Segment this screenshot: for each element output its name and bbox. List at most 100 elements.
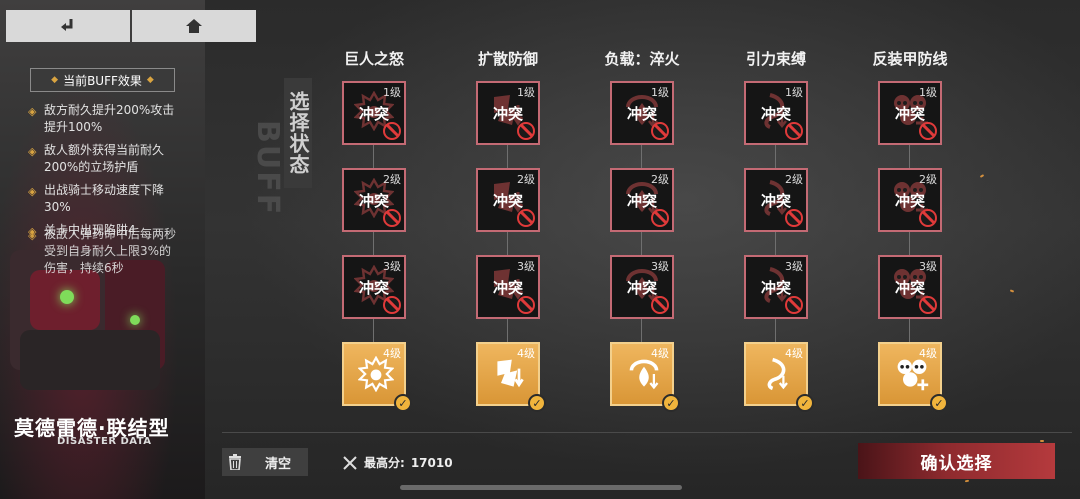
buff-node-conflict[interactable]: 1级冲突 xyxy=(744,81,808,145)
buff-node-conflict[interactable]: 1级冲突 xyxy=(610,81,674,145)
prohibited-icon xyxy=(919,296,937,314)
conflict-label: 冲突 xyxy=(894,105,925,123)
prohibited-icon xyxy=(383,122,401,140)
buff-node-conflict[interactable]: 3级 冲突 xyxy=(878,255,942,319)
buff-node-conflict[interactable]: 3级冲突 xyxy=(342,255,406,319)
confirm-button[interactable]: 确认选择 xyxy=(858,443,1055,479)
prohibited-icon xyxy=(785,296,803,314)
conflict-label: 冲突 xyxy=(760,279,791,297)
home-button[interactable] xyxy=(132,10,256,42)
level-label: 2级 xyxy=(785,173,803,186)
conflict-label: 冲突 xyxy=(492,279,523,297)
buff-column: 引力束缚 1级 冲突 2级 冲突 3级 冲突 4级 ✓ xyxy=(711,48,841,412)
conflict-label: 冲突 xyxy=(358,192,389,210)
shield-shatter-icon xyxy=(492,356,528,392)
crossed-swords-icon xyxy=(343,455,357,470)
conflict-label: 冲突 xyxy=(894,192,925,210)
prohibited-icon xyxy=(517,122,535,140)
conflict-label: 冲突 xyxy=(626,105,657,123)
level-label: 1级 xyxy=(517,86,535,99)
conflict-label: 冲突 xyxy=(492,192,523,210)
prohibited-icon xyxy=(651,122,669,140)
level-label: 4级 xyxy=(383,347,401,360)
buff-column-title: 扩散防御 xyxy=(477,50,538,68)
trash-icon xyxy=(222,448,248,476)
buff-node-selected[interactable]: 4级 ✓ xyxy=(744,342,814,412)
buff-node-conflict[interactable]: 3级冲突 xyxy=(476,255,540,319)
return-arrow-icon xyxy=(61,19,73,31)
buff-item: ◈ 敌人额外获得当前耐久200%的立场护盾 xyxy=(28,143,165,174)
buff-panel-title: ◆ 当前BUFF效果 ◆ xyxy=(30,68,175,92)
prohibited-icon xyxy=(383,296,401,314)
checkmark-icon: ✓ xyxy=(528,394,546,412)
buff-node-conflict[interactable]: 2级冲突 xyxy=(610,168,674,232)
conflict-label: 冲突 xyxy=(358,279,389,297)
prohibited-icon xyxy=(785,122,803,140)
buff-column: 巨人之怒 1级 冲突 2级 冲突 3级 冲突 4级 ✓ xyxy=(309,48,439,412)
buff-node-conflict[interactable]: 2级冲突 xyxy=(476,168,540,232)
checkmark-icon: ✓ xyxy=(930,394,948,412)
flame-ring-icon xyxy=(626,356,662,392)
checkmark-icon: ✓ xyxy=(662,394,680,412)
mech-subtitle: DISASTER DATA xyxy=(57,436,152,447)
score-label: 最高分: xyxy=(364,456,405,470)
clear-label: 清空 xyxy=(264,456,291,472)
buff-node-conflict[interactable]: 2级冲突 xyxy=(342,168,406,232)
buff-node-selected[interactable]: 4级 ✓ xyxy=(476,342,546,412)
buff-node-conflict[interactable]: 1级冲突 xyxy=(476,81,540,145)
conflict-label: 冲突 xyxy=(760,105,791,123)
level-label: 2级 xyxy=(651,173,669,186)
level-label: 2级 xyxy=(383,173,401,186)
prohibited-icon xyxy=(651,296,669,314)
level-label: 3级 xyxy=(517,260,535,273)
prohibited-icon xyxy=(785,209,803,227)
buff-node-conflict[interactable]: 2级冲突 xyxy=(744,168,808,232)
buff-node-selected[interactable]: 4级 ✓ xyxy=(878,342,948,412)
conflict-label: 冲突 xyxy=(358,105,389,123)
level-label: 1级 xyxy=(651,86,669,99)
level-label: 1级 xyxy=(383,86,401,99)
prohibited-icon xyxy=(919,209,937,227)
buff-node-selected[interactable]: 4级 ✓ xyxy=(610,342,680,412)
buff-node-conflict[interactable]: 2级冲突 xyxy=(878,168,942,232)
buff-column: 反装甲防线 1级 冲突 2级 冲突 3级 冲突 4级 ✓ xyxy=(845,48,975,412)
level-label: 3级 xyxy=(785,260,803,273)
conflict-label: 冲突 xyxy=(626,192,657,210)
buff-node-selected[interactable]: 4级 ✓ xyxy=(342,342,412,412)
level-label: 2级 xyxy=(517,173,535,186)
level-label: 1级 xyxy=(919,86,937,99)
buff-node-conflict[interactable]: 3级 冲突 xyxy=(610,255,674,319)
buff-item: ◈ 出战骑士移动速度下降30% xyxy=(28,183,165,214)
checkmark-icon: ✓ xyxy=(394,394,412,412)
conflict-label: 冲突 xyxy=(626,279,657,297)
fist-burst-icon xyxy=(357,355,395,393)
buff-column: 扩散防御 1级 冲突 2级 冲突 3级 冲突 4级 ✓ xyxy=(443,48,573,412)
level-label: 2级 xyxy=(919,173,937,186)
score-value: 17010 xyxy=(410,455,453,470)
conflict-label: 冲突 xyxy=(894,279,925,297)
level-label: 3级 xyxy=(383,260,401,273)
conflict-label: 冲突 xyxy=(492,105,523,123)
buff-column-title: 负载：淬火 xyxy=(604,50,680,68)
conflict-label: 冲突 xyxy=(760,192,791,210)
buff-node-conflict[interactable]: 1级冲突 xyxy=(878,81,942,145)
level-label: 1级 xyxy=(785,86,803,99)
prohibited-icon xyxy=(383,209,401,227)
home-indicator[interactable] xyxy=(400,485,682,490)
clear-button[interactable]: 清空 xyxy=(222,448,308,476)
buff-node-conflict[interactable]: 1级冲突 xyxy=(342,81,406,145)
buff-column: 负载：淬火 1级 冲突 2级 冲突 3级 冲突 4级 ✓ xyxy=(577,48,707,412)
prohibited-icon xyxy=(651,209,669,227)
buff-item-overlap: ◈ 被敌人弹药命中后每两秒受到自身耐久上限3%的伤害，持续6秒 xyxy=(28,227,177,275)
buff-item: ◈ 敌方耐久提升200%攻击提升100% xyxy=(28,103,175,134)
buff-column-title: 反装甲防线 xyxy=(872,50,948,68)
back-button[interactable] xyxy=(6,10,130,42)
buff-title-label: 当前BUFF效果 xyxy=(63,73,142,88)
divider xyxy=(222,432,1072,433)
buff-node-conflict[interactable]: 3级冲突 xyxy=(744,255,808,319)
prohibited-icon xyxy=(517,296,535,314)
level-label: 4级 xyxy=(517,347,535,360)
high-score: 最高分: 17010 xyxy=(342,454,453,471)
top-nav xyxy=(6,10,258,42)
home-icon xyxy=(186,19,202,33)
